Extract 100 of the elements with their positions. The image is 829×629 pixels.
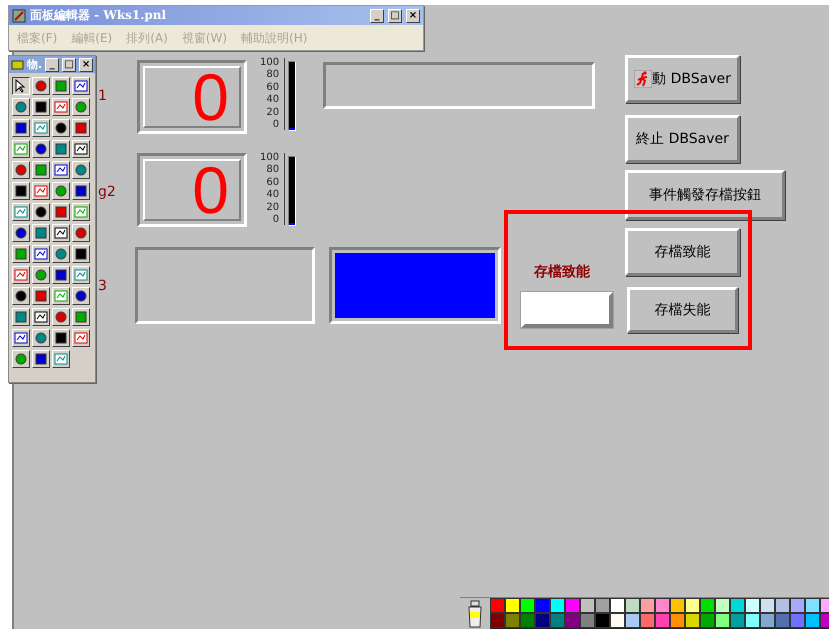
tool-icon [54, 184, 68, 198]
tool-icon [34, 268, 48, 282]
color-swatch[interactable] [490, 598, 505, 613]
color-swatch[interactable] [775, 598, 790, 613]
tool-icon [74, 79, 88, 93]
color-swatch[interactable] [595, 613, 610, 628]
panel-button[interactable]: 動 DBSaver [625, 55, 740, 103]
canvas-label: 1 [98, 88, 107, 104]
scale-label: 0 [272, 214, 280, 225]
color-swatch[interactable] [625, 598, 640, 613]
color-swatch[interactable] [730, 598, 745, 613]
toolbox-icon [11, 58, 24, 71]
tool-icon [74, 205, 88, 219]
color-swatch[interactable] [655, 598, 670, 613]
tool-icon [54, 310, 68, 324]
tool-icon [74, 331, 88, 345]
color-swatch[interactable] [640, 598, 655, 613]
color-swatch[interactable] [760, 598, 775, 613]
tool-icon [34, 142, 48, 156]
color-swatch[interactable] [640, 613, 655, 628]
color-swatch[interactable] [580, 598, 595, 613]
scale-label: 0 [272, 120, 280, 130]
color-swatch[interactable] [745, 613, 760, 628]
display-digit: 0 [192, 64, 229, 130]
window-control-button[interactable]: × [79, 58, 93, 72]
color-swatch[interactable] [550, 613, 565, 628]
tool-icon [54, 226, 68, 240]
window-control-button[interactable]: □ [388, 8, 402, 22]
tool-icon [74, 226, 88, 240]
tool-icon [54, 289, 68, 303]
tool-icon [34, 100, 48, 114]
window-control-button[interactable]: _ [45, 58, 60, 72]
color-swatch[interactable] [565, 613, 580, 628]
window-control-button[interactable]: □ [62, 58, 76, 72]
color-swatch[interactable] [505, 613, 520, 628]
tool-icon [54, 331, 68, 345]
color-swatch[interactable] [655, 613, 670, 628]
tool-button[interactable] [12, 77, 30, 95]
tool-icon [74, 100, 88, 114]
tool-icon [34, 247, 48, 261]
color-swatch[interactable] [700, 598, 715, 613]
tool-icon [54, 205, 68, 219]
color-swatch[interactable] [715, 598, 730, 613]
input-field[interactable] [521, 292, 613, 328]
color-swatch[interactable] [670, 613, 685, 628]
color-swatch[interactable] [685, 598, 700, 613]
window-control-button[interactable]: _ [370, 8, 384, 22]
color-swatch[interactable] [670, 598, 685, 613]
canvas-label: g2 [98, 184, 116, 200]
tool-icon [14, 289, 28, 303]
color-swatch[interactable] [535, 598, 550, 613]
color-swatch[interactable] [520, 598, 535, 613]
scale-label: 100 [260, 58, 280, 68]
color-swatch[interactable] [505, 598, 520, 613]
tool-icon [14, 205, 28, 219]
color-swatch[interactable] [745, 598, 760, 613]
color-swatch[interactable] [580, 613, 595, 628]
tool-icon [14, 310, 28, 324]
color-swatch[interactable] [790, 598, 805, 613]
tool-icon [34, 79, 48, 93]
tool-icon [74, 163, 88, 177]
color-swatch[interactable] [805, 613, 820, 628]
panel-button[interactable]: 事件觸發存檔按鈕 [625, 170, 785, 220]
color-swatch[interactable] [490, 613, 505, 628]
status-label: 存檔致能 [534, 263, 590, 281]
scale-label: 80 [265, 70, 280, 80]
scale-label: 20 [265, 202, 280, 213]
scale-label: 80 [265, 165, 280, 176]
tool-icon [14, 247, 28, 261]
color-swatch[interactable] [790, 613, 805, 628]
color-swatch[interactable] [715, 613, 730, 628]
color-swatch[interactable] [805, 598, 820, 613]
color-swatch[interactable] [775, 613, 790, 628]
tool-icon [54, 163, 68, 177]
color-swatch[interactable] [760, 613, 775, 628]
color-swatch[interactable] [625, 613, 640, 628]
color-swatch[interactable] [685, 613, 700, 628]
tool-icon [14, 268, 28, 282]
color-swatch[interactable] [610, 613, 625, 628]
tool-icon [74, 247, 88, 261]
color-swatch[interactable] [550, 598, 565, 613]
color-swatch[interactable] [535, 613, 550, 628]
color-swatch[interactable] [595, 598, 610, 613]
color-swatch[interactable] [700, 613, 715, 628]
color-swatch[interactable] [610, 598, 625, 613]
window-control-button[interactable]: × [406, 8, 420, 22]
color-swatch[interactable] [730, 613, 745, 628]
panel-button[interactable]: 終止 DBSaver [625, 115, 740, 163]
panel-button[interactable]: 存檔失能 [627, 287, 738, 333]
tool-icon [54, 247, 68, 261]
tool-icon [74, 142, 88, 156]
tool-icon [14, 142, 28, 156]
tool-icon [34, 331, 48, 345]
tool-icon [54, 121, 68, 135]
color-swatch[interactable] [565, 598, 580, 613]
tool-icon [14, 184, 28, 198]
color-swatch[interactable] [520, 613, 535, 628]
scale-label: 40 [265, 95, 280, 106]
tool-icon [74, 289, 88, 303]
panel-button[interactable]: 存檔致能 [625, 228, 740, 276]
